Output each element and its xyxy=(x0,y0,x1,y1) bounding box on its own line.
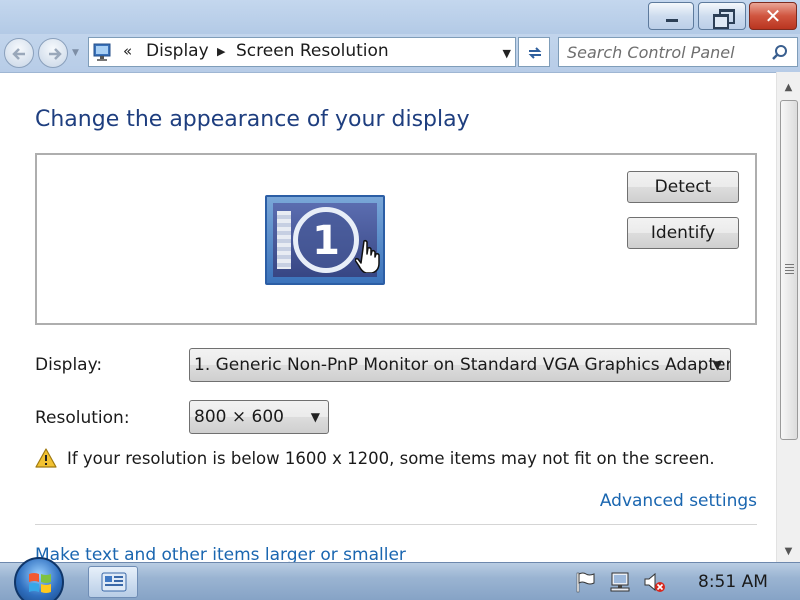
scrollbar-grip-icon xyxy=(785,264,794,276)
monitor-number-badge: 1 xyxy=(293,207,359,273)
taskbar: 8:51 AM xyxy=(0,557,800,600)
close-button[interactable]: ✕ xyxy=(749,2,797,30)
minimize-icon xyxy=(666,19,678,22)
address-bar[interactable]: « Display ▶ Screen Resolution ▼ xyxy=(88,37,516,67)
warning-icon xyxy=(35,448,57,468)
taskbar-clock[interactable]: 8:51 AM xyxy=(698,572,768,592)
forward-arrow-icon xyxy=(49,48,62,60)
taskbar-control-panel-button[interactable] xyxy=(88,566,138,598)
display-label: Display: xyxy=(35,355,103,375)
display-select[interactable]: 1. Generic Non-PnP Monitor on Standard V… xyxy=(189,348,731,382)
vertical-scrollbar[interactable]: ▲ ▼ xyxy=(776,72,800,562)
page-title: Change the appearance of your display xyxy=(35,107,470,132)
chevron-down-icon: ▼ xyxy=(310,410,320,424)
navigation-bar: ▼ « Display ▶ Screen Resolution ▼ xyxy=(0,34,800,72)
back-button[interactable] xyxy=(4,38,34,68)
advanced-settings-link[interactable]: Advanced settings xyxy=(600,491,757,511)
hand-cursor-icon xyxy=(355,239,380,273)
content-pane: Change the appearance of your display 1 … xyxy=(0,72,776,562)
forward-button[interactable] xyxy=(38,38,68,68)
monitor-number: 1 xyxy=(312,218,340,264)
breadcrumb-display[interactable]: Display xyxy=(146,41,209,61)
divider xyxy=(35,524,757,525)
chevron-down-icon: ▼ xyxy=(712,358,722,372)
minimize-button[interactable] xyxy=(648,2,694,30)
scroll-down-icon[interactable]: ▼ xyxy=(777,542,800,562)
search-box[interactable] xyxy=(558,37,798,67)
display-control-panel-icon xyxy=(93,43,111,61)
resolution-warning-text: If your resolution is below 1600 x 1200,… xyxy=(67,449,715,468)
search-input[interactable] xyxy=(567,40,763,64)
resolution-label: Resolution: xyxy=(35,408,130,428)
control-panel-icon xyxy=(101,572,127,592)
scrollbar-thumb[interactable] xyxy=(780,100,798,440)
back-arrow-icon xyxy=(12,48,25,60)
title-bar: ✕ xyxy=(0,0,800,34)
volume-muted-icon[interactable] xyxy=(643,571,665,593)
monitor-preview-area: 1 Detect Identify xyxy=(35,153,757,325)
scroll-up-icon[interactable]: ▲ xyxy=(777,78,800,98)
action-center-flag-icon[interactable] xyxy=(574,571,596,593)
breadcrumb-separator-icon[interactable]: ▶ xyxy=(217,45,225,58)
detect-button[interactable]: Detect xyxy=(627,171,739,203)
refresh-icon xyxy=(528,47,542,59)
network-icon[interactable] xyxy=(609,571,631,593)
recent-pages-dropdown-icon[interactable]: ▼ xyxy=(72,48,79,58)
windows-logo-icon xyxy=(29,573,51,593)
text-size-link[interactable]: Make text and other items larger or smal… xyxy=(35,545,406,562)
display-select-value: 1. Generic Non-PnP Monitor on Standard V… xyxy=(194,355,731,375)
search-icon[interactable] xyxy=(771,44,789,62)
resolution-select-value: 800 × 600 xyxy=(194,407,284,427)
resolution-select[interactable]: 800 × 600 ▼ xyxy=(189,400,329,434)
restore-icon xyxy=(713,9,735,29)
identify-button[interactable]: Identify xyxy=(627,217,739,249)
breadcrumb-overflow[interactable]: « xyxy=(123,42,132,60)
restore-button[interactable] xyxy=(698,2,746,30)
refresh-button[interactable] xyxy=(518,37,550,67)
address-dropdown-icon[interactable]: ▼ xyxy=(503,47,511,60)
monitor-sidebar-graphic xyxy=(277,211,291,269)
close-icon: ✕ xyxy=(764,4,782,28)
breadcrumb-screen-resolution[interactable]: Screen Resolution xyxy=(236,41,389,61)
start-button[interactable] xyxy=(14,557,64,600)
